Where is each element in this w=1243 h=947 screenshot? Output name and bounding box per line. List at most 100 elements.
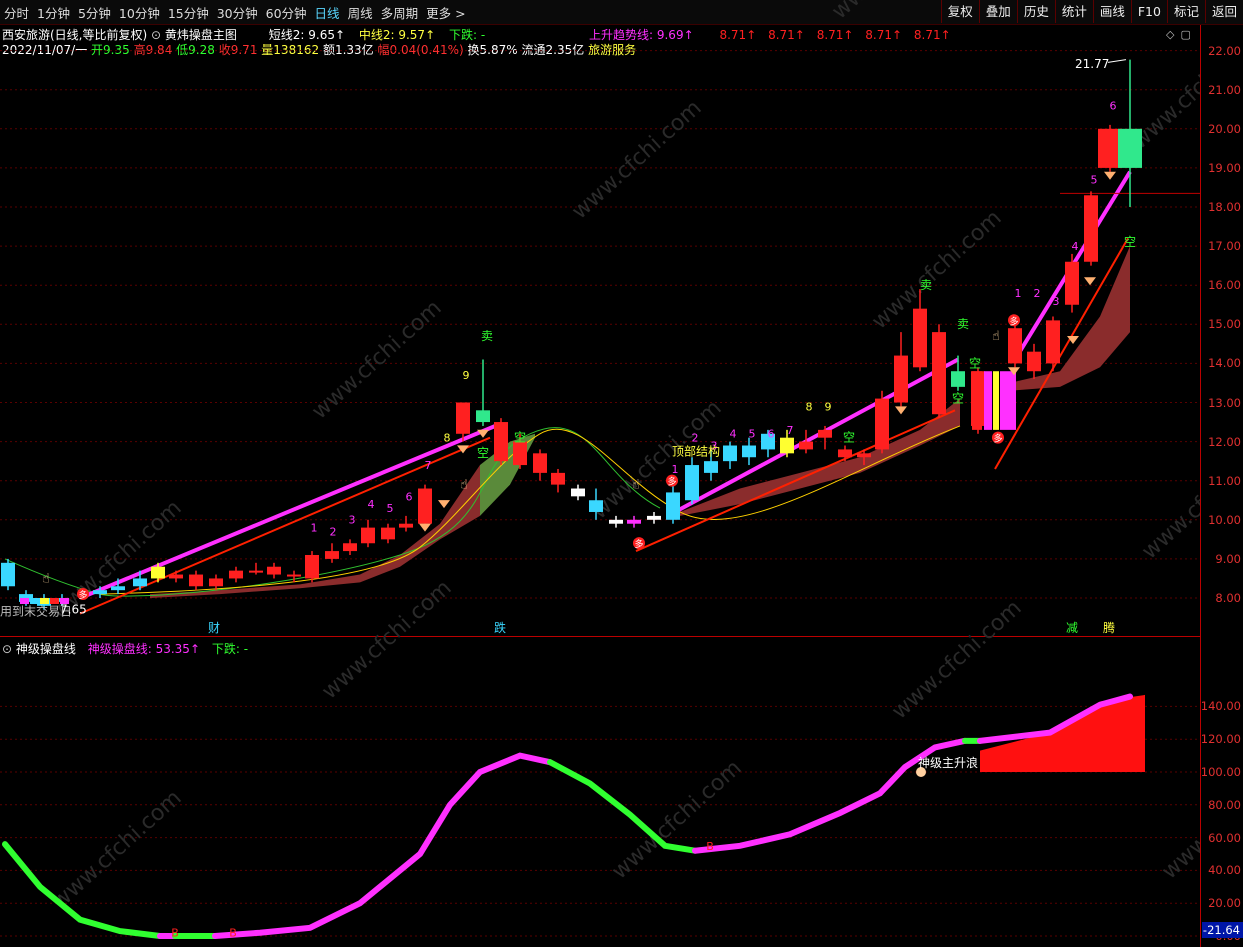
candle-body — [1084, 195, 1098, 262]
count-label: 6 — [768, 428, 775, 441]
price-tick-label: 11.00 — [1208, 473, 1241, 488]
candle-body — [249, 570, 263, 573]
candle-body — [189, 574, 203, 587]
toolbar-button[interactable]: 返回 — [1204, 0, 1243, 23]
candle-body — [704, 461, 718, 473]
signal-strip — [20, 598, 29, 604]
candle-body — [609, 519, 623, 524]
candle-body — [875, 398, 889, 450]
event-marker: 财 — [208, 621, 220, 635]
candle-body — [361, 527, 375, 544]
count-label: 3 — [349, 514, 356, 527]
candle-body — [1008, 328, 1022, 364]
wave-label: 神级主升浪 — [918, 755, 978, 770]
block-bar — [993, 371, 999, 430]
hand-icon: ☝ — [42, 571, 50, 586]
price-chart[interactable]: www.cfchi.com www.cfchi.com www.cfchi.com w… — [0, 0, 1200, 947]
block-bar — [1000, 371, 1016, 430]
candle-body — [742, 445, 756, 458]
price-tick-label: 16.00 — [1208, 278, 1241, 293]
signal-strip — [40, 598, 49, 604]
b-marker: B — [706, 840, 714, 853]
candle-body — [533, 453, 547, 473]
candle-body — [857, 453, 871, 458]
diamond-icon — [457, 445, 469, 454]
sub-tick-label: 20.00 — [1208, 896, 1241, 911]
count-label: 1 — [1015, 287, 1022, 300]
price-tick-label: 13.00 — [1208, 395, 1241, 410]
watermark: www.cfchi.com — [567, 96, 706, 225]
candle-body — [571, 488, 585, 497]
candle-body — [287, 574, 301, 577]
count-label: 4 — [368, 498, 375, 511]
diamond-icon — [438, 500, 450, 509]
block-bar — [984, 371, 992, 430]
candle-body — [551, 472, 565, 485]
signal-label: 空 — [477, 446, 489, 460]
watermark: www.cfchi.com — [1137, 436, 1200, 565]
candle-body — [151, 566, 165, 579]
price-tick-label: 19.00 — [1208, 160, 1241, 175]
count-label: 1 — [672, 463, 679, 476]
buy-signal-label: 多 — [667, 476, 676, 488]
candle-body — [305, 554, 319, 579]
event-marker: 跌 — [494, 620, 506, 635]
candle-body — [627, 519, 641, 524]
watermark: www.cfchi.com — [887, 596, 1026, 725]
candle-body — [838, 449, 852, 458]
candle-body — [513, 441, 527, 466]
buy-signal-label: 多 — [78, 589, 87, 601]
signal-label: 卖 — [481, 329, 493, 343]
annotation-label: 顶部结构 — [672, 443, 720, 458]
candle-body — [418, 488, 432, 524]
count-label: 3 — [1053, 295, 1060, 308]
candle-body — [647, 515, 661, 520]
diamond-icon — [895, 406, 907, 415]
candle-body — [723, 445, 737, 462]
event-marker: 减 — [1066, 621, 1078, 635]
sub-tick-label: 140.00 — [1200, 699, 1241, 714]
count-label: 9 — [825, 400, 832, 413]
count-label: 2 — [1034, 287, 1041, 300]
b-marker: B — [171, 927, 179, 940]
candle-body — [1065, 261, 1079, 305]
price-tick-label: 14.00 — [1208, 356, 1241, 371]
max-price-label: 21.77 — [1075, 57, 1109, 71]
candle-body — [399, 523, 413, 528]
price-tick-label: 17.00 — [1208, 239, 1241, 254]
price-axis: 22.00 21.00 20.00 19.00 18.00 17.00 16.00 15.00… — [1200, 25, 1243, 947]
watermark: www.cfchi.com — [827, 0, 966, 24]
candle-body — [589, 500, 603, 512]
event-marker: 腾 — [1103, 620, 1115, 635]
last-value-label: -21.64 — [1202, 922, 1243, 938]
price-tick-label: 18.00 — [1208, 200, 1241, 214]
candle-body — [267, 566, 281, 575]
count-label: 7 — [787, 424, 794, 437]
max-price-pointer — [1107, 59, 1127, 63]
candle-body — [381, 527, 395, 540]
count-label: 2 — [692, 432, 699, 445]
watermark: www.cfchi.com — [307, 296, 446, 425]
hand-icon: ☝ — [460, 478, 468, 493]
buy-signal-label: 多 — [993, 433, 1002, 445]
count-label: 2 — [330, 525, 337, 538]
candle-body — [685, 465, 699, 501]
count-label: 6 — [406, 490, 413, 503]
count-label: 8 — [806, 400, 813, 413]
candle-body — [169, 574, 183, 579]
price-tick-label: 12.00 — [1208, 434, 1241, 449]
hand-icon: ☝ — [992, 329, 1000, 344]
signal-label: 卖 — [920, 278, 932, 292]
watermark: www.cfchi.com — [607, 756, 746, 885]
signal-strip — [30, 598, 39, 604]
candle-body — [1118, 128, 1142, 168]
candle-body — [476, 410, 490, 423]
sub-tick-label: 40.00 — [1208, 863, 1241, 878]
count-label: 7 — [425, 459, 432, 472]
price-tick-label: 8.00 — [1215, 591, 1241, 605]
ma-line — [99, 425, 961, 595]
candle-body — [666, 492, 680, 520]
sub-tick-label: 120.00 — [1200, 732, 1241, 747]
candle-body — [818, 429, 832, 438]
candle-body — [799, 441, 813, 450]
